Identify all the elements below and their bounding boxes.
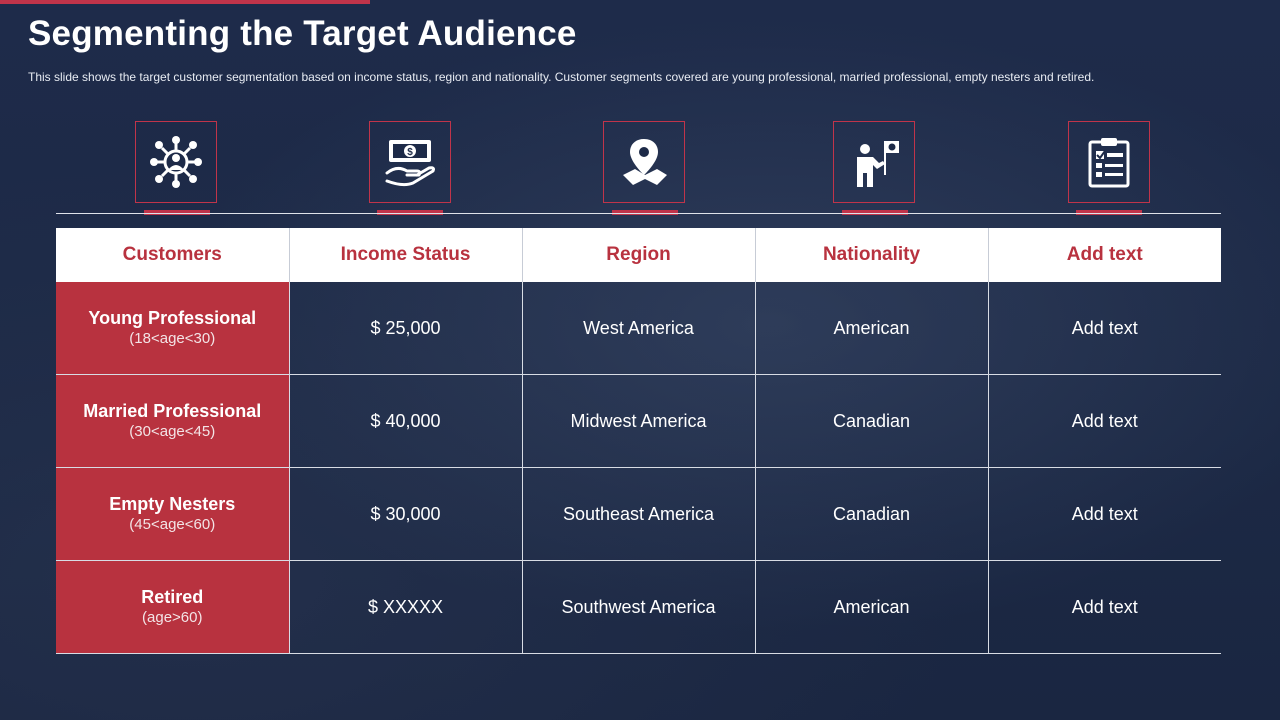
clipboard-checklist-icon bbox=[1068, 121, 1150, 203]
header-region: Region bbox=[521, 228, 755, 282]
table-row: Empty Nesters (45<age<60) $ 30,000 South… bbox=[56, 467, 1221, 561]
region-cell: Southwest America bbox=[521, 560, 755, 654]
icon-cell-addtext bbox=[988, 121, 1221, 216]
table-header-row: Customers Income Status Region Nationali… bbox=[56, 228, 1221, 282]
nationality-cell: Canadian bbox=[754, 467, 988, 561]
segment-cell: Empty Nesters (45<age<60) bbox=[56, 467, 289, 561]
header-add-text: Add text bbox=[987, 228, 1221, 282]
page-subtitle: This slide shows the target customer seg… bbox=[28, 70, 1095, 84]
nationality-cell: American bbox=[754, 560, 988, 654]
segment-age: (45<age<60) bbox=[129, 516, 216, 533]
segment-name: Retired bbox=[141, 587, 204, 607]
top-accent-bar bbox=[0, 0, 370, 4]
header-customers: Customers bbox=[56, 228, 289, 282]
icon-cell-region bbox=[522, 121, 755, 216]
segment-cell: Married Professional (30<age<45) bbox=[56, 374, 289, 468]
region-cell: Midwest America bbox=[521, 374, 755, 468]
page-title: Segmenting the Target Audience bbox=[28, 14, 577, 53]
income-cell: $ 30,000 bbox=[288, 467, 522, 561]
income-cell: $ XXXXX bbox=[288, 560, 522, 654]
divider-line bbox=[56, 213, 1221, 214]
icon-cell-nationality bbox=[755, 121, 988, 216]
icon-row: $ bbox=[56, 121, 1221, 216]
header-income-status: Income Status bbox=[288, 228, 522, 282]
icon-cell-customers bbox=[56, 121, 289, 216]
money-hand-icon: $ bbox=[369, 121, 451, 203]
header-nationality: Nationality bbox=[754, 228, 988, 282]
network-people-icon bbox=[135, 121, 217, 203]
income-cell: $ 25,000 bbox=[288, 282, 522, 375]
segment-name: Empty Nesters bbox=[109, 494, 236, 514]
segment-name: Married Professional bbox=[83, 401, 262, 421]
segment-cell: Young Professional (18<age<30) bbox=[56, 282, 289, 375]
add-text-cell: Add text bbox=[987, 374, 1221, 468]
table-row: Young Professional (18<age<30) $ 25,000 … bbox=[56, 282, 1221, 375]
income-cell: $ 40,000 bbox=[288, 374, 522, 468]
table-row: Retired (age>60) $ XXXXX Southwest Ameri… bbox=[56, 560, 1221, 654]
segment-age: (age>60) bbox=[142, 609, 203, 626]
add-text-cell: Add text bbox=[987, 467, 1221, 561]
segment-age: (18<age<30) bbox=[129, 330, 216, 347]
segment-age: (30<age<45) bbox=[129, 423, 216, 440]
nationality-cell: Canadian bbox=[754, 374, 988, 468]
svg-text:$: $ bbox=[407, 147, 413, 158]
table-row: Married Professional (30<age<45) $ 40,00… bbox=[56, 374, 1221, 468]
add-text-cell: Add text bbox=[987, 560, 1221, 654]
segment-cell: Retired (age>60) bbox=[56, 560, 289, 654]
segmentation-table: Customers Income Status Region Nationali… bbox=[56, 228, 1221, 654]
location-map-icon bbox=[603, 121, 685, 203]
icon-cell-income: $ bbox=[289, 121, 522, 216]
segment-name: Young Professional bbox=[88, 308, 257, 328]
region-cell: West America bbox=[521, 282, 755, 375]
nationality-cell: American bbox=[754, 282, 988, 375]
add-text-cell: Add text bbox=[987, 282, 1221, 375]
person-flag-icon bbox=[833, 121, 915, 203]
region-cell: Southeast America bbox=[521, 467, 755, 561]
